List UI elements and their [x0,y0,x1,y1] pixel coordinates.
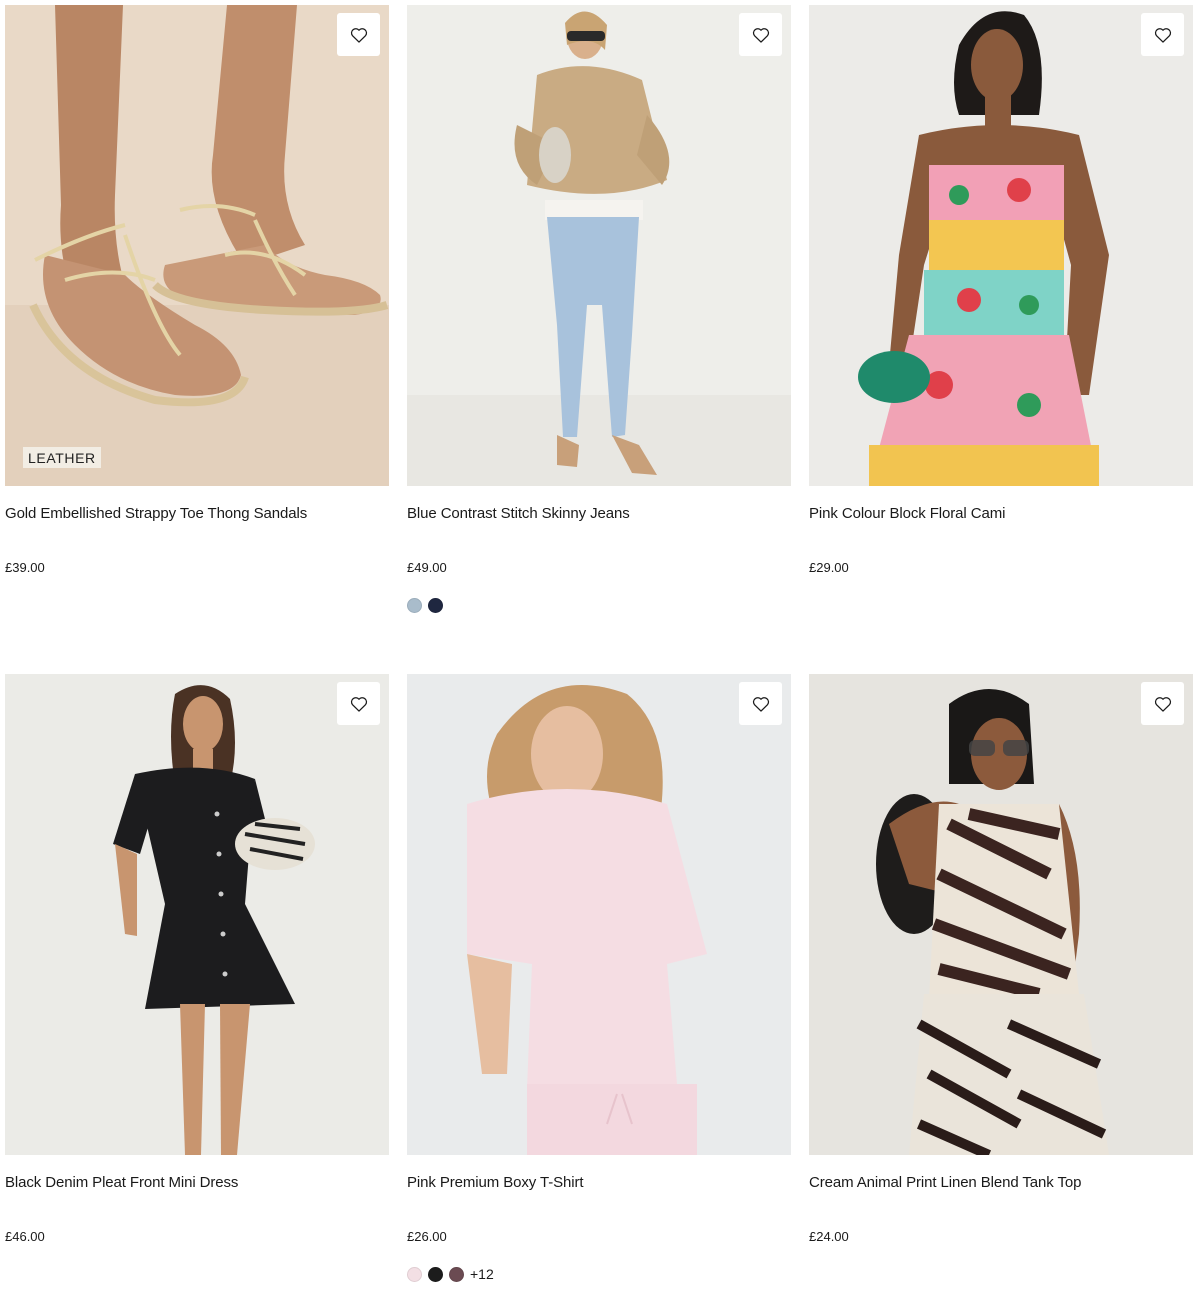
add-to-favourites-button[interactable] [337,682,380,725]
heart-outline-icon [1154,696,1171,712]
colour-swatch-black[interactable] [428,1266,443,1282]
product-card[interactable]: Pink Colour Block Floral Cami £29.00 [809,5,1193,577]
material-badge: LEATHER [23,447,101,468]
product-photo [809,5,1193,486]
product-title[interactable]: Gold Embellished Strappy Toe Thong Sanda… [5,504,389,524]
heart-outline-icon [752,696,769,712]
add-to-favourites-button[interactable] [739,13,782,56]
product-photo [5,5,389,486]
add-to-favourites-button[interactable] [1141,13,1184,56]
add-to-favourites-button[interactable] [337,13,380,56]
product-image-tshirt[interactable] [407,674,791,1155]
product-card[interactable]: LEATHER Gold Embellished Strappy Toe Tho… [5,5,389,577]
heart-outline-icon [350,696,367,712]
product-image-tank[interactable] [809,674,1193,1155]
product-image-dress[interactable] [5,674,389,1155]
more-colours-link[interactable]: +12 [470,1266,494,1282]
colour-swatch-navy[interactable] [428,597,443,613]
product-price: £24.00 [809,1229,849,1244]
heart-outline-icon [1154,27,1171,43]
colour-swatches: +12 [407,1266,791,1282]
add-to-favourites-button[interactable] [739,682,782,725]
product-title[interactable]: Pink Premium Boxy T-Shirt [407,1173,791,1193]
product-photo [809,674,1193,1155]
colour-swatch-pink[interactable] [407,1266,422,1282]
product-photo [5,674,389,1155]
add-to-favourites-button[interactable] [1141,682,1184,725]
product-price: £29.00 [809,560,849,575]
product-card[interactable]: Black Denim Pleat Front Mini Dress £46.0… [5,674,389,1246]
product-price: £49.00 [407,560,447,575]
product-photo [407,5,791,486]
product-image-jeans[interactable] [407,5,791,486]
colour-swatch-light-blue[interactable] [407,597,422,613]
heart-outline-icon [752,27,769,43]
product-price: £26.00 [407,1229,447,1244]
product-title[interactable]: Cream Animal Print Linen Blend Tank Top [809,1173,1193,1193]
product-photo [407,674,791,1155]
colour-swatch-brown[interactable] [449,1266,464,1282]
product-card[interactable]: Blue Contrast Stitch Skinny Jeans £49.00 [407,5,791,613]
product-title[interactable]: Blue Contrast Stitch Skinny Jeans [407,504,791,524]
product-title[interactable]: Black Denim Pleat Front Mini Dress [5,1173,389,1193]
heart-outline-icon [350,27,367,43]
product-price: £39.00 [5,560,45,575]
colour-swatches [407,597,791,613]
product-price: £46.00 [5,1229,45,1244]
product-title[interactable]: Pink Colour Block Floral Cami [809,504,1193,524]
product-image-cami[interactable] [809,5,1193,486]
product-card[interactable]: Cream Animal Print Linen Blend Tank Top … [809,674,1193,1246]
product-card[interactable]: Pink Premium Boxy T-Shirt £26.00 +12 [407,674,791,1282]
product-image-sandals[interactable]: LEATHER [5,5,389,486]
